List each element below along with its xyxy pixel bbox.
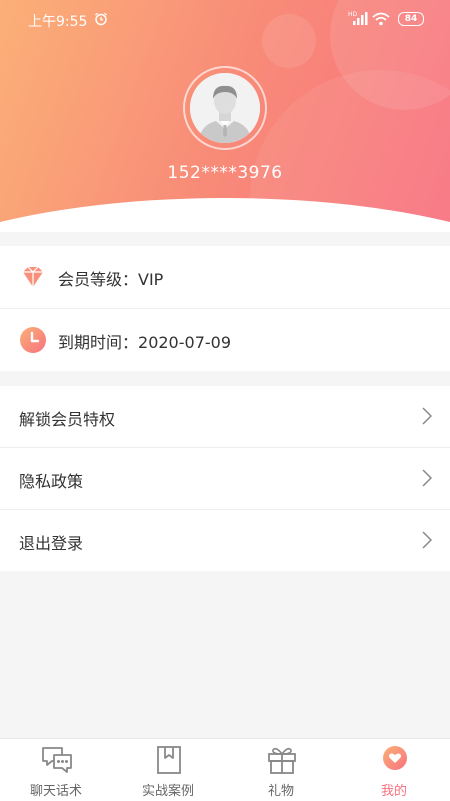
bookmark-icon — [152, 745, 186, 779]
tab-case-studies[interactable]: 实战案例 — [112, 739, 224, 801]
svg-text:HD: HD — [348, 11, 358, 18]
tab-chat-scripts[interactable]: 聊天话术 — [0, 739, 112, 801]
menu-item-label: 隐私政策 — [19, 472, 84, 491]
status-bar: 上午9:55 HD 84 — [0, 0, 450, 38]
menu-item-privacy-policy[interactable]: 隐私政策 — [0, 448, 450, 509]
status-time: 上午9:55 — [28, 14, 88, 30]
alarm-icon — [94, 12, 108, 30]
menu-item-label: 解锁会员特权 — [19, 410, 116, 429]
chat-icon — [40, 745, 74, 779]
wifi-icon — [372, 12, 390, 30]
menu-item-logout[interactable]: 退出登录 — [0, 510, 450, 571]
tab-label: 聊天话术 — [29, 784, 82, 799]
avatar[interactable] — [190, 73, 260, 143]
tab-label: 我的 — [380, 784, 407, 799]
battery-indicator: 84 — [398, 12, 424, 26]
gift-icon — [265, 745, 299, 779]
user-phone: 152****3976 — [167, 163, 283, 183]
membership-level-row: 会员等级：VIP — [0, 246, 450, 308]
tab-label: 实战案例 — [141, 784, 194, 799]
menu-item-label: 退出登录 — [19, 534, 84, 553]
bottom-tab-bar: 聊天话术 实战案例 礼物 我的 — [0, 738, 450, 801]
membership-expiry-text: 到期时间：2020-07-09 — [58, 329, 231, 353]
avatar-person-icon — [190, 73, 260, 143]
profile-header: 上午9:55 HD 84 152****3976 — [0, 0, 450, 232]
membership-level-value: VIP — [138, 270, 164, 289]
tab-mine[interactable]: 我的 — [338, 739, 450, 801]
chevron-right-icon — [422, 469, 433, 491]
chevron-right-icon — [422, 531, 433, 553]
signal-icon: HD — [348, 10, 368, 30]
membership-level-label: 会员等级： — [58, 270, 139, 289]
membership-expiry-row: 到期时间：2020-07-09 — [0, 309, 450, 371]
menu-item-unlock-privileges[interactable]: 解锁会员特权 — [0, 386, 450, 447]
tab-gifts[interactable]: 礼物 — [225, 739, 337, 801]
membership-expiry-value: 2020-07-09 — [138, 333, 231, 352]
membership-expiry-label: 到期时间： — [58, 333, 139, 352]
clock-icon — [19, 326, 47, 358]
membership-level-text: 会员等级：VIP — [58, 266, 163, 290]
tab-label: 礼物 — [267, 784, 294, 799]
diamond-icon — [19, 263, 47, 295]
profile-heart-icon — [378, 745, 412, 779]
chevron-right-icon — [422, 407, 433, 429]
